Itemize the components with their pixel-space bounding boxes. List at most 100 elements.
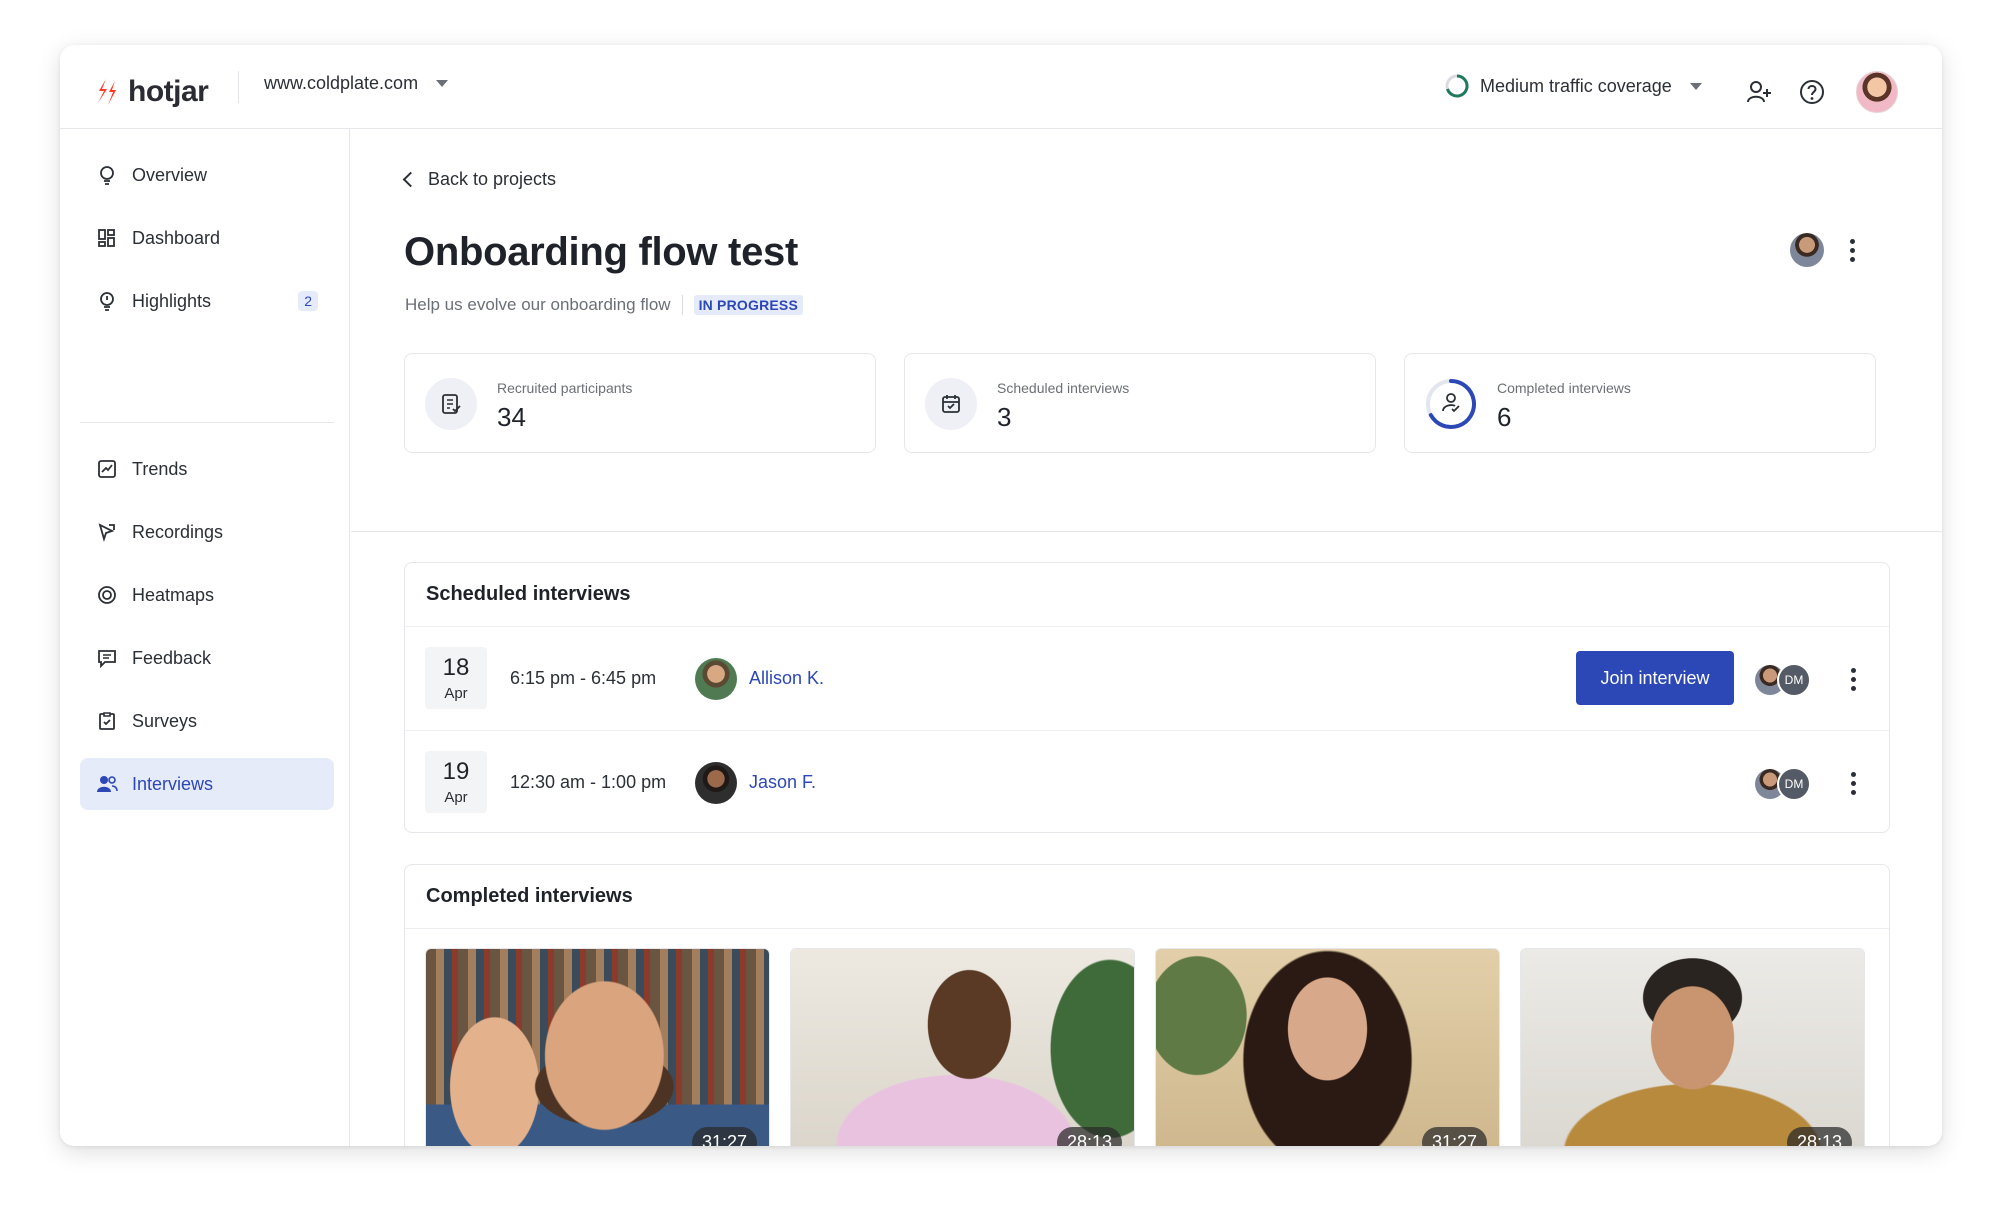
trends-icon [96,458,118,480]
stat-value: 34 [497,402,526,432]
sidebar-item-label: Highlights [132,290,212,311]
completed-interviews-panel: Completed interviews 31:27 28:13 31:27 2… [404,864,1890,1146]
dashboard-icon [96,227,118,249]
app-window: hotjar www.coldplate.com Medium traffic … [60,45,1942,1146]
surveys-icon [96,710,118,732]
stat-label: Scheduled interviews [997,380,1130,396]
add-user-icon[interactable] [1746,79,1772,110]
date-month: Apr [444,685,468,702]
participant-name-link[interactable]: Jason F. [749,772,816,793]
date-month: Apr [444,789,468,806]
join-interview-button[interactable]: Join interview [1576,651,1734,705]
panel-divider [405,928,1889,929]
lightbulb-icon [96,164,118,186]
sidebar-item-label: Feedback [132,647,212,668]
sidebar-item-interviews[interactable]: Interviews [80,758,334,810]
interviewers-avatars: DM [1755,663,1815,697]
sidebar-item-label: Overview [132,164,208,185]
date-day: 18 [442,654,470,681]
chevron-down-icon [436,80,449,87]
chevron-down-icon [1689,82,1702,90]
panel-title: Scheduled interviews [426,583,631,605]
highlights-count-badge: 2 [298,291,318,311]
feedback-icon [96,647,118,669]
sidebar-item-trends[interactable]: Trends [80,443,334,495]
hotjar-flame-icon [94,77,120,107]
sidebar-item-feedback[interactable]: Feedback [80,632,334,684]
traffic-label: Medium traffic coverage [1480,75,1672,96]
stat-card-completed: Completed interviews 6 [1404,353,1876,453]
interviewer-initials-avatar: DM [1777,767,1811,801]
video-frame [791,949,1134,1146]
traffic-coverage-selector[interactable]: Medium traffic coverage [1444,73,1702,99]
sidebar-item-label: Heatmaps [132,584,215,605]
site-name: www.coldplate.com [264,73,419,93]
stat-label: Recruited participants [497,380,633,396]
hotjar-logo[interactable]: hotjar [94,75,209,109]
project-subtitle: Help us evolve our onboarding flow IN PR… [405,295,804,315]
sidebar-item-surveys[interactable]: Surveys [80,695,334,747]
calendar-check-icon [925,378,977,430]
more-options-icon[interactable] [1851,772,1856,795]
site-selector[interactable]: www.coldplate.com [264,73,449,94]
sidebar-item-heatmaps[interactable]: Heatmaps [80,569,334,621]
sidebar-item-highlights[interactable]: Highlights 2 [80,275,334,327]
sidebar-item-label: Trends [132,458,188,479]
top-bar: hotjar www.coldplate.com Medium traffic … [60,45,1942,129]
video-frame [1156,949,1499,1146]
traffic-ring-icon [1445,74,1469,98]
status-badge: IN PROGRESS [693,295,804,315]
sidebar: Overview Dashboard Highlights 2 Trends R… [60,129,350,1146]
more-options-icon[interactable] [1850,239,1855,262]
interview-row[interactable]: 18 Apr 6:15 pm - 6:45 pm Allison K. Join… [405,627,1889,731]
document-check-icon [425,378,477,430]
video-duration: 28:13 [1786,1127,1852,1146]
participant-avatar [695,762,737,804]
sidebar-item-label: Dashboard [132,227,221,248]
interview-time: 6:15 pm - 6:45 pm [510,668,657,688]
panel-title: Completed interviews [426,885,633,907]
heatmaps-icon [96,584,118,606]
interviews-icon [96,773,118,795]
back-to-projects-link[interactable]: Back to projects [402,169,557,190]
section-divider [351,531,1942,532]
stat-card-scheduled: Scheduled interviews 3 [904,353,1376,453]
video-thumbnail[interactable]: 31:27 [1155,948,1500,1146]
stat-value: 6 [1497,402,1512,432]
recordings-icon [96,521,118,543]
more-options-icon[interactable] [1851,668,1856,691]
sidebar-item-overview[interactable]: Overview [80,149,334,201]
video-thumbnail[interactable]: 28:13 [1520,948,1865,1146]
participant-name-link[interactable]: Allison K. [749,668,824,689]
video-thumbnail[interactable]: 28:13 [790,948,1135,1146]
video-frame [1521,949,1864,1146]
video-frame [426,949,769,1146]
video-duration: 31:27 [1421,1127,1487,1146]
interviewer-initials-avatar: DM [1777,663,1811,697]
stat-value: 3 [997,402,1012,432]
sidebar-item-label: Surveys [132,710,198,731]
sidebar-item-label: Interviews [132,773,214,794]
logo-text: hotjar [128,75,209,108]
owner-avatar[interactable] [1790,233,1824,267]
video-thumbnail[interactable]: 31:27 [425,948,770,1146]
interview-row[interactable]: 19 Apr 12:30 am - 1:00 pm Jason F. DM [405,731,1889,835]
help-icon[interactable] [1799,79,1825,110]
date-day: 19 [442,758,470,785]
sidebar-item-recordings[interactable]: Recordings [80,506,334,558]
video-duration: 31:27 [691,1127,757,1146]
project-description: Help us evolve our onboarding flow [405,295,671,314]
highlight-icon [96,290,118,312]
chevron-left-icon [402,171,419,188]
video-duration: 28:13 [1056,1127,1122,1146]
sidebar-item-label: Recordings [132,521,224,542]
user-avatar[interactable] [1856,71,1898,113]
date-box: 19 Apr [425,751,487,813]
back-label: Back to projects [428,169,557,189]
stat-card-recruited: Recruited participants 34 [404,353,876,453]
interview-time: 12:30 am - 1:00 pm [510,772,667,792]
sidebar-divider [80,422,334,423]
sidebar-item-dashboard[interactable]: Dashboard [80,212,334,264]
main-content: Back to projects Onboarding flow test He… [351,129,1942,1146]
stat-label: Completed interviews [1497,380,1631,396]
